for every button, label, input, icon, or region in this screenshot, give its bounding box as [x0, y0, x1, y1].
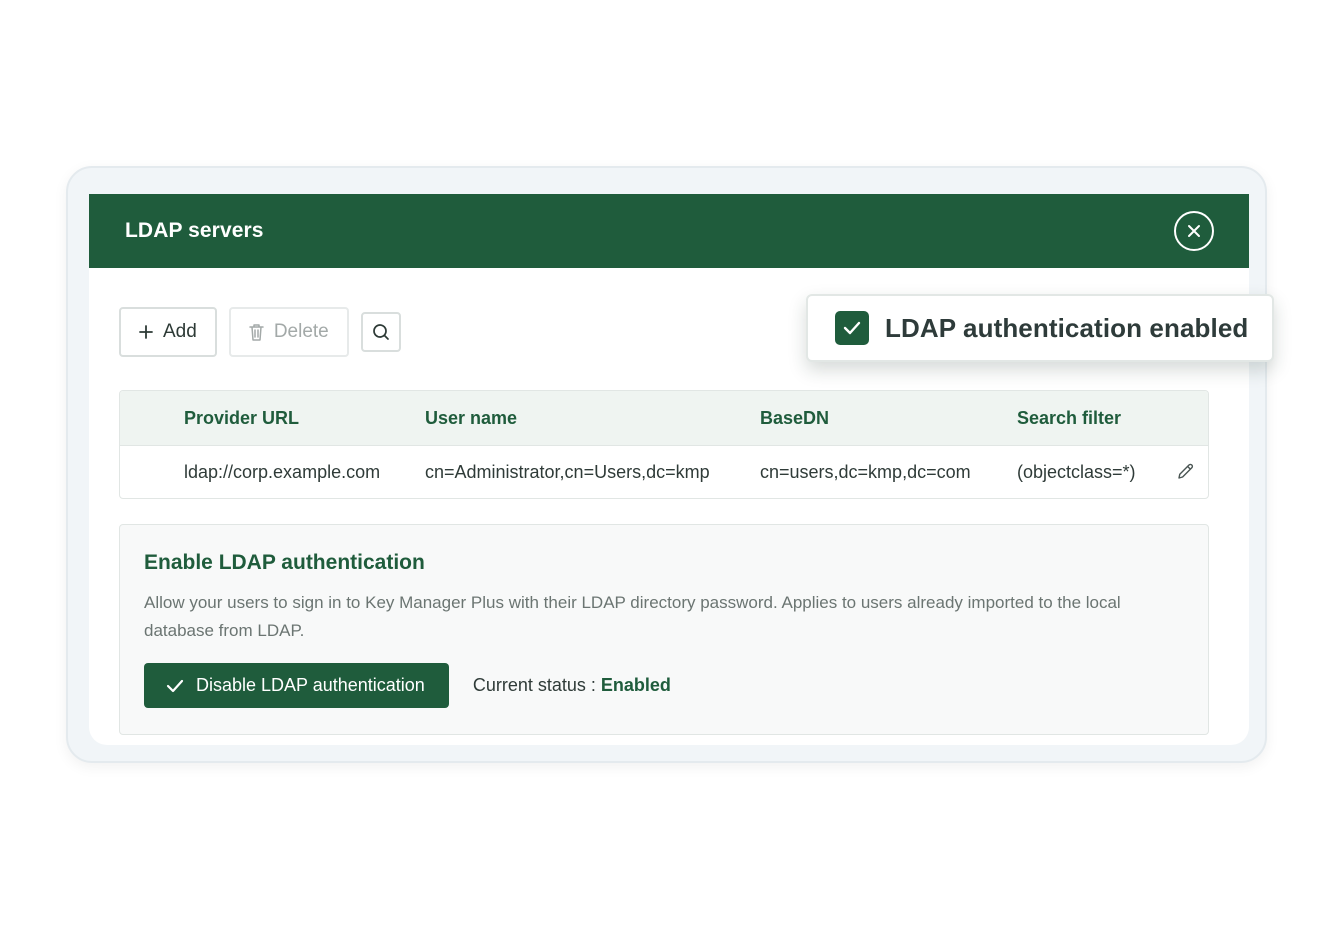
status-label: Current status :	[472, 675, 601, 695]
ldap-servers-table: Provider URL User name BaseDN Search fil…	[119, 390, 1209, 499]
plus-icon	[139, 325, 153, 339]
status-value: Enabled	[600, 675, 671, 695]
add-button[interactable]: Add	[119, 307, 217, 357]
dialog-title: LDAP servers	[125, 219, 264, 242]
trash-icon	[249, 324, 264, 341]
dialog-header: LDAP servers	[89, 194, 1249, 268]
disable-ldap-auth-button[interactable]: Disable LDAP authentication	[144, 663, 449, 708]
check-icon	[166, 679, 184, 692]
section-title: Enable LDAP authentication	[144, 551, 425, 574]
ldap-auth-section: Enable LDAP authentication Allow your us…	[119, 524, 1209, 735]
search-icon	[372, 324, 389, 340]
close-icon	[1188, 225, 1200, 237]
column-header-user-name[interactable]: User name	[425, 408, 517, 429]
close-button[interactable]	[1174, 211, 1214, 251]
disable-button-label: Disable LDAP authentication	[196, 675, 425, 695]
table-row[interactable]: ldap://corp.example.com cn=Administrator…	[120, 446, 1208, 498]
column-header-search-filter[interactable]: Search filter	[1017, 408, 1121, 429]
current-status: Current status : Enabled	[473, 675, 671, 696]
cell-user-name: cn=Administrator,cn=Users,dc=kmp	[425, 461, 710, 482]
table-header: Provider URL User name BaseDN Search fil…	[120, 391, 1208, 446]
cell-search-filter: (objectclass=*)	[1017, 461, 1136, 482]
column-header-basedn[interactable]: BaseDN	[760, 408, 829, 429]
checkbox-checked-icon	[835, 311, 869, 345]
ldap-servers-dialog: LDAP servers Add Delete Provider URL Use…	[89, 194, 1249, 745]
section-description: Allow your users to sign in to Key Manag…	[144, 593, 1121, 640]
action-row: Disable LDAP authentication Current stat…	[144, 663, 1184, 708]
pencil-icon[interactable]	[1176, 462, 1195, 481]
delete-button[interactable]: Delete	[228, 307, 349, 357]
column-header-provider-url[interactable]: Provider URL	[184, 408, 299, 429]
delete-button-label: Delete	[273, 321, 329, 342]
cell-basedn: cn=users,dc=kmp,dc=com	[760, 461, 971, 482]
cell-provider-url: ldap://corp.example.com	[184, 461, 381, 482]
toast-message: LDAP authentication enabled	[885, 312, 1249, 343]
search-button[interactable]	[360, 312, 401, 352]
add-button-label: Add	[163, 321, 197, 342]
success-toast: LDAP authentication enabled	[806, 294, 1274, 362]
toolbar: Add Delete	[119, 307, 401, 357]
